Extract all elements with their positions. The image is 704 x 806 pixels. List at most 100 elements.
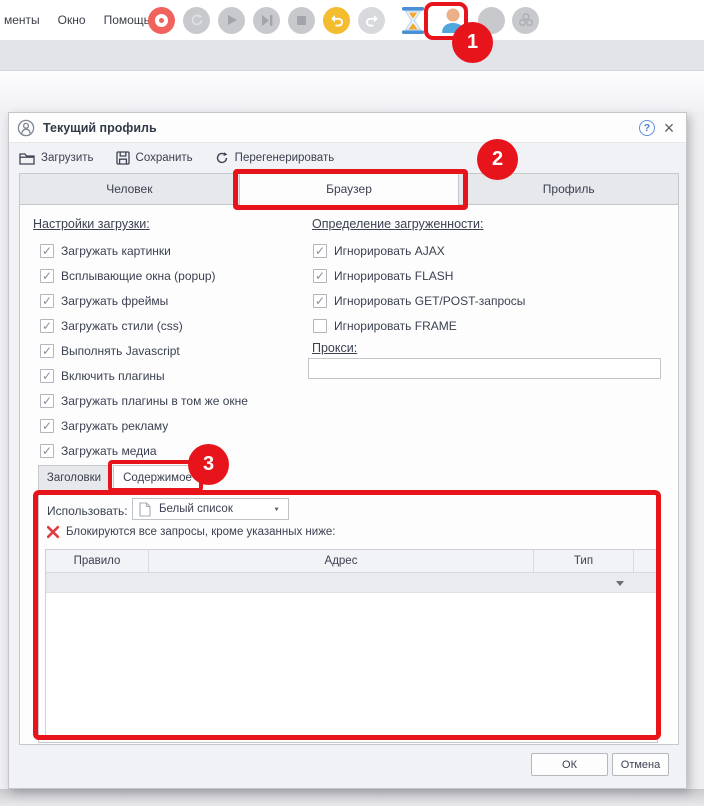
profile-tabs: Человек Браузер Профиль — [19, 173, 679, 205]
filter-dropdown-icon[interactable] — [616, 581, 624, 586]
checkbox[interactable]: ✓ — [313, 294, 327, 308]
checkbox[interactable]: ✓ — [313, 319, 327, 333]
block-note-text: Блокируются все запросы, кроме указанных… — [66, 526, 335, 538]
save-profile-label: Сохранить — [136, 152, 193, 164]
regenerate-label: Перегенерировать — [235, 152, 335, 164]
checkbox-label: Загружать фреймы — [61, 294, 168, 308]
checkbox[interactable]: ✓ — [40, 444, 54, 458]
checkbox-row-javascript[interactable]: ✓ Выполнять Javascript — [40, 343, 180, 359]
checkbox[interactable]: ✓ — [313, 244, 327, 258]
list-mode-dropdown[interactable]: Белый список ▼ — [132, 498, 289, 520]
checkbox[interactable]: ✓ — [40, 344, 54, 358]
checkbox-label: Выполнять Javascript — [61, 344, 180, 358]
checkbox[interactable]: ✓ — [40, 319, 54, 333]
check-icon: ✓ — [42, 420, 52, 432]
load-profile-button[interactable]: Загрузить — [19, 152, 94, 165]
column-header-address[interactable]: Адрес — [149, 550, 534, 572]
tab-person[interactable]: Человек — [19, 173, 240, 205]
checkbox-row-ignore-frame[interactable]: ✓ Игнорировать FRAME — [313, 318, 457, 334]
wait-button[interactable] — [401, 7, 425, 34]
checkbox-label: Игнорировать AJAX — [334, 244, 445, 258]
regenerate-button[interactable]: Перегенерировать — [215, 151, 335, 165]
checkbox-row-plugins-same-window[interactable]: ✓ Загружать плагины в том же окне — [40, 393, 248, 409]
close-icon: × — [664, 118, 675, 139]
help-icon: ? — [644, 122, 650, 134]
load-settings-title: Настройки загрузки: — [33, 217, 150, 231]
redo-button[interactable] — [358, 7, 385, 34]
checkbox-row-ads[interactable]: ✓ Загружать рекламу — [40, 418, 168, 434]
tab-profile[interactable]: Профиль — [459, 173, 679, 205]
play-button[interactable] — [218, 7, 245, 34]
modules-button[interactable] — [512, 7, 539, 34]
checkbox-label: Включить плагины — [61, 369, 165, 383]
dialog-titlebar: Текущий профиль ? × — [9, 113, 686, 143]
tab-browser[interactable]: Браузер — [240, 173, 460, 206]
checkbox-row-frames[interactable]: ✓ Загружать фреймы — [40, 293, 168, 309]
step-button[interactable] — [253, 7, 280, 34]
menu-help[interactable]: Помощь — [104, 13, 150, 27]
hourglass-icon — [401, 7, 425, 34]
checkbox[interactable]: ✓ — [40, 369, 54, 383]
checkbox-label: Игнорировать FLASH — [334, 269, 453, 283]
use-label: Использовать: — [47, 504, 128, 518]
checkbox[interactable]: ✓ — [40, 419, 54, 433]
check-icon: ✓ — [42, 295, 52, 307]
checkbox-row-media[interactable]: ✓ Загружать медиа — [40, 443, 157, 459]
check-icon: ✓ — [42, 445, 52, 457]
column-header-rule[interactable]: Правило — [46, 550, 149, 572]
menu-tools[interactable]: менты — [4, 13, 40, 27]
checkbox-row-popups[interactable]: ✓ Всплывающие окна (popup) — [40, 268, 216, 284]
menu-bar: менты Окно Помощь — [0, 13, 150, 27]
record-button[interactable] — [148, 7, 175, 34]
menu-window[interactable]: Окно — [58, 13, 86, 27]
cancel-button[interactable]: Отмена — [612, 753, 669, 776]
check-icon: ✓ — [42, 345, 52, 357]
checkbox-label: Всплывающие окна (popup) — [61, 269, 216, 283]
folder-icon — [19, 152, 35, 165]
load-profile-label: Загрузить — [41, 152, 94, 164]
check-icon: ✓ — [42, 370, 52, 382]
checkbox-label: Загружать медиа — [61, 444, 157, 458]
checkbox-row-ignore-flash[interactable]: ✓ Игнорировать FLASH — [313, 268, 453, 284]
block-x-icon — [46, 525, 60, 539]
list-subtabs: Заголовки Содержимое — [38, 465, 202, 493]
subtab-content[interactable]: Содержимое — [113, 465, 202, 493]
check-icon: ✓ — [315, 295, 325, 307]
stop-button[interactable] — [288, 7, 315, 34]
help-button[interactable]: ? — [639, 120, 655, 136]
checkbox[interactable]: ✓ — [40, 269, 54, 283]
column-header-type[interactable]: Тип — [534, 550, 634, 572]
checkbox[interactable]: ✓ — [40, 294, 54, 308]
subtab-headers[interactable]: Заголовки — [38, 465, 110, 491]
dialog-title: Текущий профиль — [43, 121, 157, 135]
undo-button[interactable] — [323, 7, 350, 34]
checkbox-label: Загружать рекламу — [61, 419, 168, 433]
modules-icon — [518, 12, 534, 28]
ok-button[interactable]: ОК — [531, 753, 608, 776]
table-filter-row[interactable] — [46, 573, 656, 593]
proxy-input[interactable] — [308, 358, 661, 379]
restart-button[interactable] — [183, 7, 210, 34]
redo-icon — [365, 14, 379, 27]
checkbox-row-css[interactable]: ✓ Загружать стили (css) — [40, 318, 183, 334]
regenerate-icon — [215, 151, 229, 165]
browser-tab-panel: Настройки загрузки: ✓ Загружать картинки… — [19, 204, 679, 745]
check-icon: ✓ — [42, 395, 52, 407]
checkbox[interactable]: ✓ — [313, 269, 327, 283]
stop-icon — [297, 16, 306, 25]
checkbox[interactable]: ✓ — [40, 394, 54, 408]
checkbox[interactable]: ✓ — [40, 244, 54, 258]
checkbox-row-load-images[interactable]: ✓ Загружать картинки — [40, 243, 171, 259]
settings-button[interactable] — [478, 7, 505, 34]
checkbox-row-ignore-getpost[interactable]: ✓ Игнорировать GET/POST-запросы — [313, 293, 525, 309]
profile-button[interactable] — [437, 3, 469, 37]
save-profile-button[interactable]: Сохранить — [116, 151, 193, 165]
checkbox-row-plugins[interactable]: ✓ Включить плагины — [40, 368, 165, 384]
checkbox-row-ignore-ajax[interactable]: ✓ Игнорировать AJAX — [313, 243, 445, 259]
close-button[interactable]: × — [660, 117, 678, 139]
table-body-empty[interactable] — [46, 593, 656, 738]
list-mode-value: Белый список — [159, 503, 273, 515]
chevron-down-icon: ▼ — [273, 506, 280, 512]
check-icon: ✓ — [315, 245, 325, 257]
check-icon: ✓ — [315, 270, 325, 282]
